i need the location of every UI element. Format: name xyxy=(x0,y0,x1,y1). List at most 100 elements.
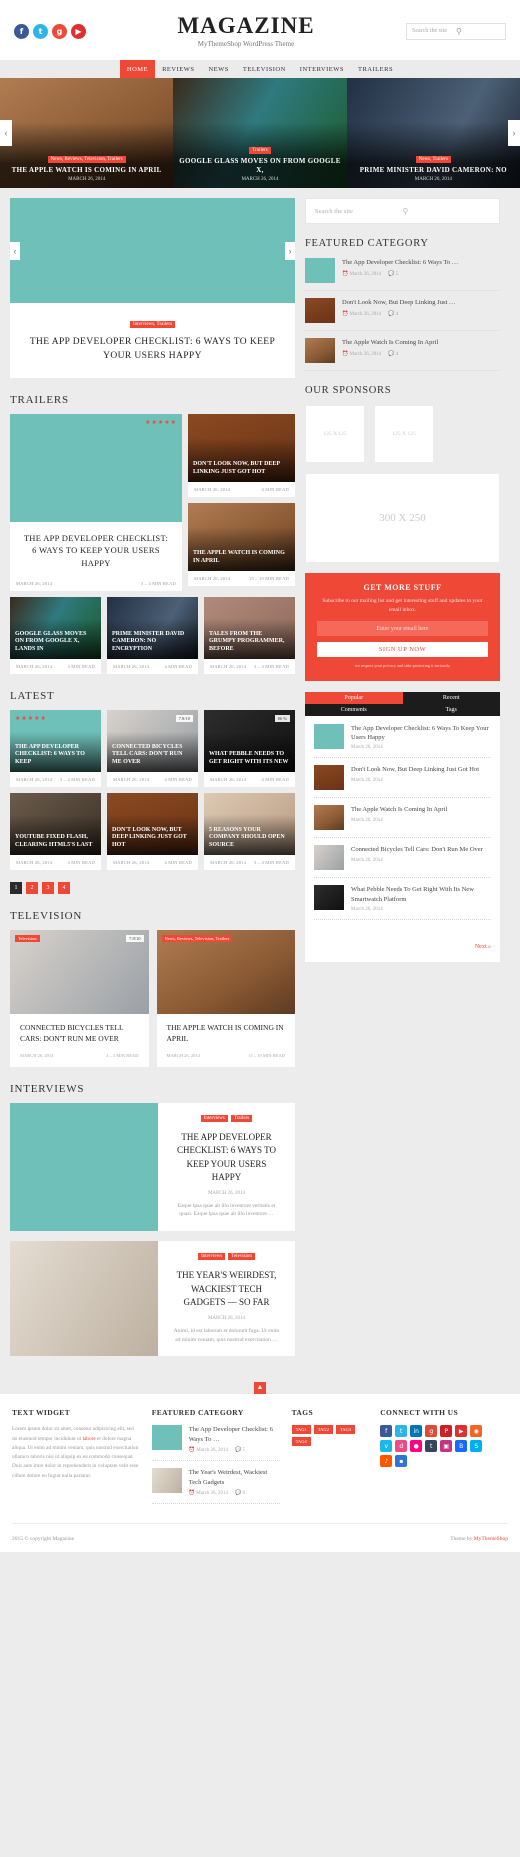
slider-prev-button[interactable]: ‹ xyxy=(0,120,12,147)
featured-post-categories[interactable]: Interviews, Trailers xyxy=(130,321,175,329)
main-navigation[interactable]: HOME REVIEWS NEWS TELEVISION INTERVIEWS TRAIL… xyxy=(0,60,520,79)
interview-row[interactable]: Interviews Trailers THE APP DEVELOPER CHE… xyxy=(10,1102,295,1232)
sidebar-post-title[interactable]: The App Developer Checklist: 6 Ways To … xyxy=(342,258,500,267)
post-tile[interactable]: TALES FROM THE GRUMPY PROGRAMMER, BEFORE… xyxy=(204,596,295,674)
nav-item-interviews[interactable]: INTERVIEWS xyxy=(293,60,351,78)
skype-icon[interactable]: S xyxy=(470,1440,483,1453)
facebook-icon[interactable]: f xyxy=(14,23,29,39)
vimeo-icon[interactable]: v xyxy=(380,1440,393,1453)
featured-next-button[interactable]: › xyxy=(285,241,295,260)
slide-title[interactable]: GOOGLE GLASS MOVES ON FROM GOOGLE X, xyxy=(177,157,342,174)
sidebar-post-title[interactable]: The Apple Watch Is Coming In April xyxy=(342,338,500,347)
dribbble-icon[interactable]: d xyxy=(395,1440,408,1453)
slider-next-button[interactable]: › xyxy=(508,120,520,147)
sidebar-search-input[interactable]: Search the site xyxy=(315,208,403,215)
tag-cloud[interactable]: TAG1 TAG2 TAG3 TAG4 xyxy=(291,1425,369,1447)
sidebar-tab-comments[interactable]: Comments xyxy=(305,703,403,716)
sidebar-tab-tags[interactable]: Tags xyxy=(402,703,500,716)
sidebar-tab-title[interactable]: Don't Look Now, But Deep Linking Just Go… xyxy=(351,765,491,774)
soundcloud-icon[interactable]: ♪ xyxy=(380,1455,393,1468)
post-title[interactable]: WHAT PEBBLE NEEDS TO GET RIGHT WITH ITS … xyxy=(209,751,290,767)
tumblr-icon[interactable]: t xyxy=(425,1440,438,1453)
interview-title[interactable]: THE YEAR'S WEIRDEST, WACKIEST TECH GADGE… xyxy=(171,1269,282,1310)
sidebar-post-item[interactable]: Don't Look Now, But Deep Linking Just … … xyxy=(305,298,500,332)
pagination-page-3[interactable]: 3 xyxy=(42,881,54,894)
sidebar-post-item[interactable]: The Apple Watch Is Coming In April ⏰ Mar… xyxy=(305,338,500,372)
post-tile[interactable]: YOUTUBE FIXED FLASH, CLEARING HTML5'S LA… xyxy=(10,792,101,870)
footer-inline-link[interactable]: labore xyxy=(82,1436,95,1442)
featured-slider[interactable]: ‹ News, Reviews, Television, Trailers TH… xyxy=(0,78,520,189)
post-title[interactable]: YOUTUBE FIXED FLASH, CLEARING HTML5'S LA… xyxy=(15,834,96,850)
delicious-icon[interactable]: ▪ xyxy=(395,1455,408,1468)
footer-social-grid[interactable]: f t in g P ▶ ◉ v d ● t ▣ B S ♪ ▪ xyxy=(380,1425,490,1468)
nav-item-news[interactable]: NEWS xyxy=(201,60,235,78)
slider-slide[interactable]: News, Trailers PRIME MINISTER DAVID CAME… xyxy=(346,78,520,189)
sidebar-next-link-wrap[interactable]: Next » xyxy=(305,931,500,963)
behance-icon[interactable]: B xyxy=(455,1440,468,1453)
slide-categories[interactable]: Trailers xyxy=(249,147,271,155)
sponsor-box[interactable]: 125 X 125 xyxy=(374,405,434,464)
trailer-hero-card[interactable]: ★★★★★ THE APP DEVELOPER CHECKLIST: 6 WAY… xyxy=(10,413,182,591)
sidebar-tab-item[interactable]: The App Developer Checklist: 6 Ways To K… xyxy=(314,723,491,759)
sidebar-tab-title[interactable]: Connected Bicycles Tell Cars: Don't Run … xyxy=(351,845,491,854)
interview-title[interactable]: THE APP DEVELOPER CHECKLIST: 6 WAYS TO K… xyxy=(171,1131,282,1185)
slide-title[interactable]: PRIME MINISTER DAVID CAMERON: NO xyxy=(351,166,516,174)
post-title[interactable]: 5 REASONS YOUR COMPANY SHOULD OPEN SOURC… xyxy=(209,827,290,850)
category-pill[interactable]: Television xyxy=(228,1253,255,1261)
back-to-top-wrap[interactable]: ▲ xyxy=(0,1376,520,1395)
interview-row[interactable]: Interviews Television THE YEAR'S WEIRDEST… xyxy=(10,1241,295,1357)
pagination-page-2[interactable]: 2 xyxy=(26,881,38,894)
post-title[interactable]: PRIME MINISTER DAVID CAMERON: NO ENCRYPT… xyxy=(112,631,193,654)
television-title[interactable]: CONNECTED BICYCLES TELL CARS: DON'T RUN … xyxy=(20,1023,139,1045)
instagram-icon[interactable]: ▣ xyxy=(440,1440,453,1453)
post-tile[interactable]: DON'T LOOK NOW, BUT DEEP LINKING JUST GO… xyxy=(188,413,295,497)
facebook-icon[interactable]: f xyxy=(380,1425,393,1438)
sidebar-post-title[interactable]: Don't Look Now, But Deep Linking Just … xyxy=(342,298,500,307)
ad-banner-300x250[interactable]: 300 X 250 xyxy=(305,473,500,564)
rss-icon[interactable]: ◉ xyxy=(470,1425,483,1438)
google-plus-icon[interactable]: g xyxy=(425,1425,438,1438)
sidebar-search[interactable]: Search the site ⚲ xyxy=(305,198,500,225)
slide-categories[interactable]: News, Reviews, Television, Trailers xyxy=(47,155,126,163)
sidebar-post-title[interactable]: The App Developer Checklist: 6 Ways To … xyxy=(189,1425,280,1444)
tag-item[interactable]: TAG1 xyxy=(291,1425,311,1435)
tag-item[interactable]: TAG3 xyxy=(335,1425,355,1435)
pagination[interactable]: 1234 xyxy=(10,881,295,894)
linkedin-icon[interactable]: in xyxy=(410,1425,423,1438)
sidebar-tab-recent[interactable]: Recent xyxy=(402,691,500,704)
interview-categories[interactable]: Interviews Trailers xyxy=(171,1114,282,1125)
category-badge[interactable]: News, Reviews, Television, Trailers xyxy=(161,934,233,942)
post-tile[interactable]: GOOGLE GLASS MOVES ON FROM GOOGLE X, LAN… xyxy=(10,596,101,674)
nav-item-television[interactable]: TELEVISION xyxy=(236,60,293,78)
post-title[interactable]: CONNECTED BICYCLES TELL CARS: DON'T RUN … xyxy=(112,744,193,767)
sidebar-post-item[interactable]: The App Developer Checklist: 6 Ways To …… xyxy=(151,1425,280,1462)
site-logo[interactable]: MAGAZINE xyxy=(86,13,406,38)
sidebar-tab-title[interactable]: What Pebble Needs To Get Right With Its … xyxy=(351,885,491,904)
youtube-icon[interactable]: ▶ xyxy=(455,1425,468,1438)
pagination-page-1[interactable]: 1 xyxy=(10,881,22,894)
sidebar-tab-popular[interactable]: Popular xyxy=(305,691,403,704)
sidebar-tab-item[interactable]: What Pebble Needs To Get Right With Its … xyxy=(314,885,491,921)
slide-categories[interactable]: News, Trailers xyxy=(415,155,451,163)
featured-post-title[interactable]: THE APP DEVELOPER CHECKLIST: 6 WAYS TO K… xyxy=(24,336,281,364)
slider-slide[interactable]: Trailers GOOGLE GLASS MOVES ON FROM GOOG… xyxy=(173,78,347,189)
slider-slide[interactable]: News, Reviews, Television, Trailers THE … xyxy=(0,78,174,189)
post-title[interactable]: GOOGLE GLASS MOVES ON FROM GOOGLE X, LAN… xyxy=(15,631,96,654)
sidebar-tab-item[interactable]: Connected Bicycles Tell Cars: Don't Run … xyxy=(314,845,491,879)
sidebar-post-title[interactable]: The Year's Weirdest, Wackiest Tech Gadge… xyxy=(189,1468,280,1487)
slide-title[interactable]: THE APPLE WATCH IS COMING IN APRIL xyxy=(4,166,169,174)
nav-item-trailers[interactable]: TRAILERS xyxy=(351,60,400,78)
post-title[interactable]: THE APPLE WATCH IS COMING IN APRIL xyxy=(193,550,290,566)
newsletter-signup-button[interactable]: SIGN UP NOW xyxy=(317,642,488,658)
post-tile[interactable]: 5 REASONS YOUR COMPANY SHOULD OPEN SOURC… xyxy=(204,792,295,870)
site-branding[interactable]: MAGAZINE MyThemeShop WordPress Theme xyxy=(86,13,406,48)
post-tile[interactable]: 7.8/10 CONNECTED BICYCLES TELL CARS: DON… xyxy=(107,709,198,787)
twitter-icon[interactable]: t xyxy=(395,1425,408,1438)
post-title[interactable]: THE APP DEVELOPER CHECKLIST: 6 WAYS TO K… xyxy=(15,744,96,767)
tag-item[interactable]: TAG4 xyxy=(291,1437,311,1447)
featured-post-card[interactable]: ‹ › Interviews, Trailers THE APP DEVELOP… xyxy=(10,198,295,378)
category-pill[interactable]: Interviews xyxy=(200,1114,228,1122)
sponsor-box[interactable]: 125 X 125 xyxy=(305,405,365,464)
sidebar-post-item[interactable]: The App Developer Checklist: 6 Ways To …… xyxy=(305,258,500,292)
category-pill[interactable]: Trailers xyxy=(230,1114,253,1122)
